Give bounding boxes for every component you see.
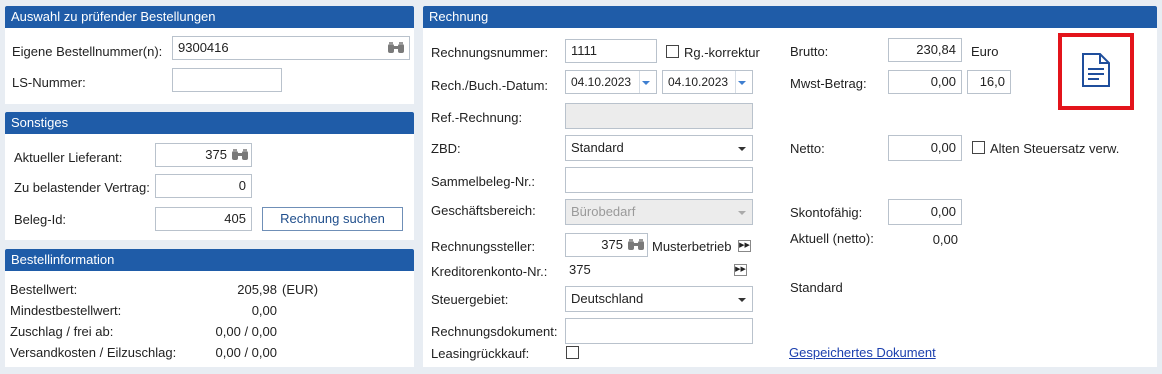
zbd-value: Standard	[571, 140, 624, 155]
ref-invoice-label: Ref.-Rechnung:	[431, 110, 523, 125]
contract-value: 0	[238, 178, 246, 193]
min-order-value: 0,00	[251, 303, 277, 318]
discount-label: Skontofähig:	[790, 205, 863, 220]
beleg-id-value: 405	[224, 211, 246, 226]
issuer-id-value: 375	[601, 237, 623, 252]
issuer-input[interactable]: 375	[565, 233, 648, 257]
invoice-date-picker[interactable]: 04.10.2023	[565, 70, 657, 94]
old-tax-checkbox[interactable]	[972, 141, 985, 154]
supplier-value: 375	[205, 147, 227, 162]
vat-rate-value: 16,0	[979, 74, 1005, 89]
search-invoice-button[interactable]: Rechnung suchen	[262, 207, 403, 231]
order-number-value: 9300416	[178, 40, 229, 55]
old-tax-label: Alten Steuersatz verw.	[990, 141, 1120, 156]
ls-number-input[interactable]	[172, 68, 282, 92]
zbd-label: ZBD:	[431, 141, 461, 156]
supplier-label: Aktueller Lieferant:	[14, 150, 123, 165]
discount-value: 0,00	[930, 204, 956, 219]
binoculars-icon[interactable]	[231, 148, 249, 162]
surcharge-value: 0,00 / 0,00	[215, 324, 277, 339]
shipping-label: Versandkosten / Eilzuschlag:	[10, 345, 177, 360]
tax-area-label: Steuergebiet:	[431, 292, 509, 307]
issuer-label: Rechnungssteller:	[431, 239, 536, 254]
creditor-value: 375	[569, 262, 591, 277]
issuer-name: Musterbetrieb	[652, 239, 732, 254]
binoculars-icon[interactable]	[387, 41, 405, 55]
document-icon[interactable]	[1081, 52, 1111, 88]
order-info-panel-title: Bestellinformation	[5, 249, 414, 271]
misc-panel-title: Sonstiges	[5, 112, 414, 134]
shipping-value: 0,00 / 0,00	[215, 345, 277, 360]
net-value: 0,00	[930, 140, 956, 155]
beleg-id-label: Beleg-Id:	[14, 212, 67, 227]
vat-value: 0,00	[930, 74, 956, 89]
date-label: Rech./Buch.-Datum:	[431, 78, 549, 93]
creditor-label: Kreditorenkonto-Nr.:	[431, 264, 548, 279]
leasing-label: Leasingrückkauf:	[431, 346, 530, 361]
order-number-label: Eigene Bestellnummer(n):	[12, 44, 163, 59]
leasing-checkbox[interactable]	[566, 346, 579, 359]
saved-document-link[interactable]: Gespeichertes Dokument	[789, 345, 936, 360]
beleg-id-input[interactable]: 405	[155, 207, 252, 231]
order-value: 205,98	[237, 282, 277, 297]
discount-input[interactable]: 0,00	[888, 199, 962, 225]
contract-input[interactable]: 0	[155, 174, 252, 198]
order-info-panel: Bestellinformation Bestellwert: 205,98 (…	[5, 249, 414, 367]
booking-date-value: 04.10.2023	[668, 75, 729, 89]
misc-panel: Sonstiges Aktueller Lieferant: 375 Zu be…	[5, 112, 414, 240]
chevron-down-icon[interactable]	[738, 298, 746, 302]
document-preview-highlight[interactable]	[1058, 33, 1134, 110]
contract-label: Zu belastender Vertrag:	[14, 180, 150, 195]
gross-label: Brutto:	[790, 44, 829, 59]
zbd-select[interactable]: Standard	[565, 135, 753, 161]
min-order-label: Mindestbestellwert:	[10, 303, 122, 318]
binoculars-icon[interactable]	[627, 238, 645, 252]
order-number-input[interactable]: 9300416	[172, 36, 410, 60]
document-label: Rechnungsdokument:	[431, 324, 558, 339]
vat-rate-input[interactable]: 16,0	[967, 70, 1011, 94]
invoice-number-value: 1111	[571, 43, 598, 58]
invoice-panel-title: Rechnung	[423, 6, 1157, 28]
fast-forward-icon[interactable]: ▶▶	[734, 264, 747, 276]
currency-label: Euro	[971, 44, 999, 59]
selection-panel: Auswahl zu prüfender Bestellungen Eigene…	[5, 6, 414, 104]
ref-invoice-input[interactable]	[565, 103, 753, 129]
ls-number-label: LS-Nummer:	[12, 75, 86, 90]
tax-area-value: Deutschland	[571, 291, 644, 306]
invoice-number-label: Rechnungsnummer:	[431, 45, 549, 60]
vat-input[interactable]: 0,00	[888, 70, 962, 94]
invoice-date-value: 04.10.2023	[571, 75, 632, 89]
business-value: Bürobedarf	[571, 204, 636, 219]
correction-checkbox[interactable]	[666, 45, 679, 58]
chevron-down-icon[interactable]	[738, 147, 746, 151]
net-input[interactable]: 0,00	[888, 135, 962, 161]
business-label: Geschäftsbereich:	[431, 203, 536, 218]
invoice-number-input[interactable]: 1111	[565, 39, 657, 63]
chevron-down-icon[interactable]	[738, 81, 746, 85]
net-label: Netto:	[790, 141, 825, 156]
document-input[interactable]	[565, 318, 753, 344]
surcharge-label: Zuschlag / frei ab:	[10, 324, 114, 339]
gross-input[interactable]: 230,84	[888, 38, 962, 62]
order-value-label: Bestellwert:	[10, 282, 78, 297]
correction-label: Rg.-korrektur	[684, 45, 760, 60]
collective-input[interactable]	[565, 167, 753, 193]
fast-forward-icon[interactable]: ▶▶	[738, 240, 751, 252]
chevron-down-icon	[738, 211, 746, 215]
current-net-value: 0,00	[932, 232, 958, 247]
order-value-unit: (EUR)	[282, 282, 319, 297]
vat-label: Mwst-Betrag:	[790, 76, 867, 91]
standard-text: Standard	[790, 280, 843, 295]
current-net-label: Aktuell (netto):	[790, 231, 874, 246]
tax-area-select[interactable]: Deutschland	[565, 286, 753, 312]
booking-date-picker[interactable]: 04.10.2023	[662, 70, 753, 94]
supplier-input[interactable]: 375	[155, 143, 252, 167]
chevron-down-icon[interactable]	[642, 81, 650, 85]
collective-label: Sammelbeleg-Nr.:	[431, 174, 536, 189]
selection-panel-title: Auswahl zu prüfender Bestellungen	[5, 6, 414, 28]
business-select[interactable]: Bürobedarf	[565, 199, 753, 225]
gross-value: 230,84	[916, 42, 956, 57]
